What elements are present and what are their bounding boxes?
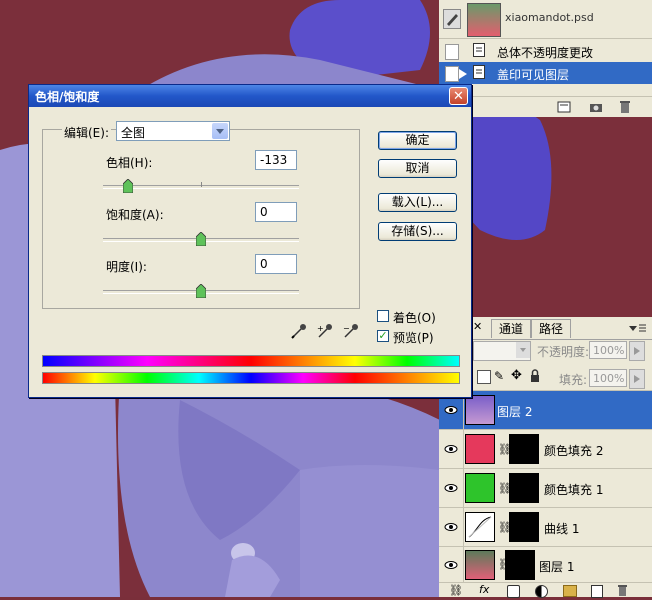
adjustment-layer-icon[interactable] bbox=[535, 585, 548, 598]
saturation-input[interactable]: 0 bbox=[255, 202, 297, 222]
hue-center-tick bbox=[201, 182, 202, 187]
adjustment-group bbox=[42, 129, 360, 309]
eyedropper-add-icon[interactable]: + bbox=[316, 323, 334, 339]
lock-transparency-icon[interactable] bbox=[477, 370, 491, 384]
snapshot-name: xiaomandot.psd bbox=[505, 11, 594, 24]
opacity-slider-arrow[interactable] bbox=[629, 341, 645, 361]
history-step-icon bbox=[473, 65, 486, 80]
colorize-label: 着色(O) bbox=[393, 311, 436, 325]
layer-mask-thumbnail bbox=[509, 512, 539, 542]
fill-label: 填充: bbox=[559, 373, 588, 387]
opacity-label: 不透明度: bbox=[537, 345, 590, 359]
input-hue-bar bbox=[42, 372, 460, 384]
colorize-checkbox[interactable] bbox=[377, 310, 389, 322]
trash-icon[interactable] bbox=[617, 584, 628, 597]
tab-channels[interactable]: 通道 bbox=[491, 319, 531, 338]
snapshot-thumbnail bbox=[467, 3, 501, 37]
load-button[interactable]: 载入(L)... bbox=[378, 193, 457, 212]
cancel-button[interactable]: 取消 bbox=[378, 159, 457, 178]
eyedropper-icon[interactable] bbox=[290, 323, 308, 339]
visibility-eye-icon[interactable] bbox=[439, 469, 464, 507]
blend-mode-select[interactable] bbox=[473, 341, 531, 361]
save-button[interactable]: 存储(S)... bbox=[378, 222, 457, 241]
layer-name: 曲线 1 bbox=[544, 522, 580, 536]
edit-select[interactable]: 全图 bbox=[116, 121, 230, 141]
layer-thumbnail bbox=[465, 395, 495, 425]
dialog-title-bar[interactable]: 色相/饱和度 ✕ bbox=[29, 85, 471, 107]
chevron-down-icon bbox=[212, 123, 228, 139]
history-item-label: 总体不透明度更改 bbox=[497, 46, 594, 60]
tab-paths[interactable]: 路径 bbox=[531, 319, 571, 338]
layer-row[interactable]: ⛓ 颜色填充 1 bbox=[439, 468, 652, 507]
opacity-input[interactable]: 100% bbox=[589, 341, 627, 359]
new-layer-icon[interactable] bbox=[591, 585, 603, 598]
brush-icon bbox=[443, 9, 461, 29]
panel-menu-icon[interactable] bbox=[627, 323, 647, 335]
lightness-label: 明度(I): bbox=[106, 260, 147, 274]
dialog-title: 色相/饱和度 bbox=[35, 90, 100, 104]
lightness-input[interactable]: 0 bbox=[255, 254, 297, 274]
new-document-from-state-icon[interactable] bbox=[557, 101, 571, 113]
visibility-eye-icon[interactable] bbox=[439, 508, 464, 546]
svg-text:+: + bbox=[317, 324, 324, 333]
history-item[interactable]: 总体不透明度更改 bbox=[439, 40, 652, 62]
preview-checkbox[interactable]: ✓ bbox=[377, 330, 389, 342]
close-button[interactable]: ✕ bbox=[449, 87, 468, 105]
curves-adjustment-icon bbox=[465, 512, 495, 542]
edit-select-value: 全图 bbox=[121, 126, 146, 140]
visibility-eye-icon[interactable] bbox=[439, 430, 464, 468]
layer-mask-thumbnail bbox=[505, 550, 535, 580]
add-mask-icon[interactable] bbox=[507, 585, 520, 598]
layer-row[interactable]: ⛓ 曲线 1 bbox=[439, 507, 652, 546]
history-step-icon bbox=[473, 43, 486, 58]
hue-slider-thumb[interactable] bbox=[123, 178, 134, 194]
lock-brush-icon[interactable]: ✎ bbox=[494, 369, 508, 383]
history-item-label: 盖印可见图层 bbox=[497, 68, 570, 82]
history-state-box[interactable] bbox=[445, 66, 459, 82]
layer-name: 颜色填充 2 bbox=[544, 444, 604, 458]
ok-button[interactable]: 确定 bbox=[378, 131, 457, 150]
close-tab-icon[interactable]: ✕ bbox=[473, 321, 483, 332]
layer-style-icon[interactable]: fx bbox=[479, 583, 489, 596]
chevron-down-icon bbox=[516, 342, 530, 358]
history-snapshot-row[interactable]: xiaomandot.psd bbox=[439, 0, 652, 39]
layer-mask-thumbnail bbox=[509, 434, 539, 464]
camera-icon[interactable] bbox=[589, 101, 603, 113]
layer-name: 图层 1 bbox=[539, 560, 575, 574]
output-hue-bar bbox=[42, 355, 460, 367]
layer-name: 颜色填充 1 bbox=[544, 483, 604, 497]
eyedropper-subtract-icon[interactable]: − bbox=[342, 323, 360, 339]
hue-label: 色相(H): bbox=[106, 156, 153, 170]
history-state-box[interactable] bbox=[445, 44, 459, 60]
fill-input[interactable]: 100% bbox=[589, 369, 627, 387]
fill-slider-arrow[interactable] bbox=[629, 369, 645, 389]
preview-label: 预览(P) bbox=[393, 331, 434, 345]
history-pointer-icon bbox=[459, 68, 467, 79]
hue-input[interactable]: -133 bbox=[255, 150, 297, 170]
saturation-slider-thumb[interactable] bbox=[195, 231, 207, 247]
visibility-eye-icon[interactable] bbox=[439, 547, 464, 582]
layer-name: 图层 2 bbox=[497, 405, 533, 419]
lightness-slider-thumb[interactable] bbox=[195, 283, 207, 299]
history-item-selected[interactable]: 盖印可见图层 bbox=[439, 62, 652, 84]
saturation-label: 饱和度(A): bbox=[106, 208, 164, 222]
layer-row[interactable]: ⛓ 颜色填充 2 bbox=[439, 429, 652, 468]
hue-saturation-dialog: 色相/饱和度 ✕ 编辑(E): 全图 色相(H): -133 饱和度(A): 0… bbox=[28, 84, 472, 398]
link-layers-icon[interactable]: ⛓ bbox=[449, 584, 463, 597]
lock-all-icon[interactable] bbox=[530, 369, 540, 382]
color-fill-thumbnail bbox=[465, 434, 495, 464]
svg-text:−: − bbox=[343, 324, 350, 333]
layer-thumbnail bbox=[465, 550, 495, 580]
layer-row[interactable]: ⛓ 图层 1 bbox=[439, 546, 652, 582]
edit-label: 编辑(E): bbox=[62, 124, 111, 141]
color-fill-thumbnail bbox=[465, 473, 495, 503]
layer-mask-thumbnail bbox=[509, 473, 539, 503]
layers-footer: ⛓ fx bbox=[439, 582, 652, 598]
folder-icon[interactable] bbox=[563, 585, 577, 597]
trash-icon[interactable] bbox=[619, 100, 631, 114]
lock-move-icon[interactable]: ✥ bbox=[511, 369, 525, 383]
